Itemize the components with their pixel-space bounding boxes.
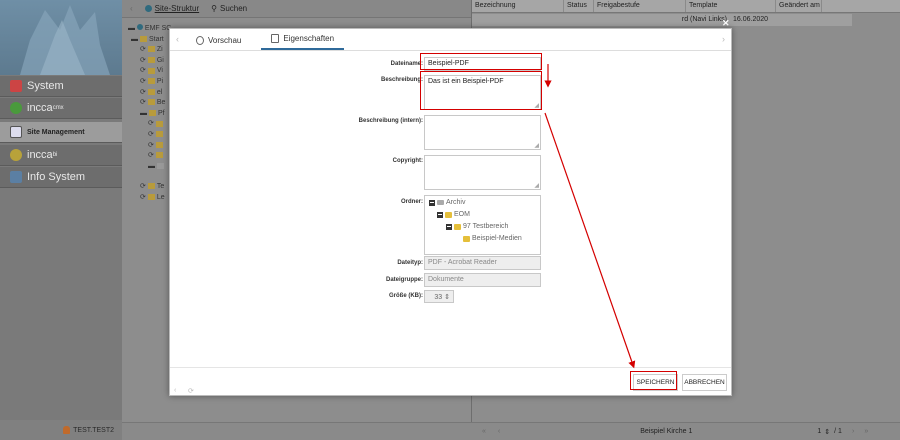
- annotation-arrows: [544, 64, 636, 369]
- arrow-to-save: [544, 112, 636, 369]
